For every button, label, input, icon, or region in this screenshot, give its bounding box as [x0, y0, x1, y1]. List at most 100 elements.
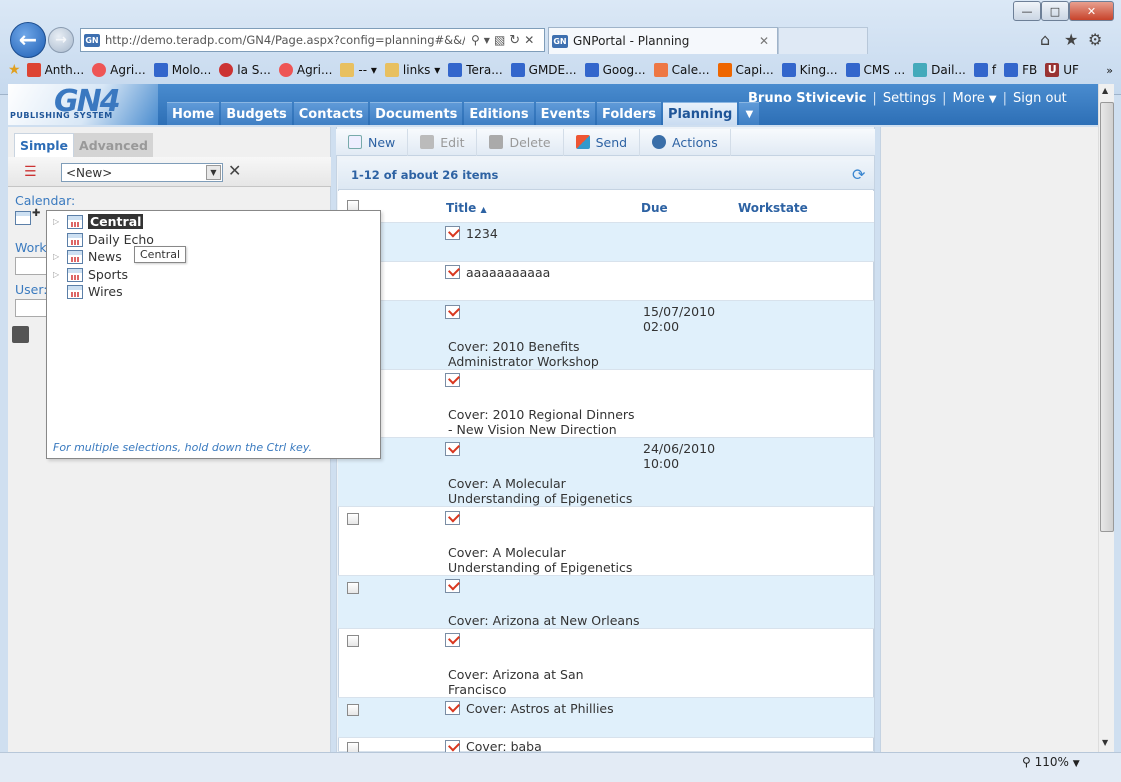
stop-icon[interactable]: ✕	[524, 33, 534, 47]
tree-item-sports[interactable]: ▷ Sports	[53, 267, 128, 282]
compat-icon[interactable]: ▧	[494, 33, 505, 47]
refresh-icon[interactable]: ⟳	[852, 165, 865, 184]
calendar-icon	[67, 214, 83, 229]
tab-folders[interactable]: Folders	[597, 102, 662, 125]
scroll-down-icon[interactable]: ▼	[1102, 738, 1108, 747]
address-bar[interactable]: GN http://demo.teradp.com/GN4/Page.aspx?…	[80, 28, 545, 52]
expand-arrow-icon[interactable]: ▷	[53, 252, 67, 261]
tab-home[interactable]: Home	[167, 102, 220, 125]
tree-item-label: Daily Echo	[88, 232, 154, 247]
favorite-folder[interactable]: links ▾	[384, 63, 440, 77]
tab-events[interactable]: Events	[535, 102, 596, 125]
scroll-up-icon[interactable]: ▲	[1102, 86, 1108, 95]
favorite-link[interactable]: King...	[781, 63, 838, 77]
zoom-control[interactable]: ⚲ 110% ▼	[1022, 755, 1080, 769]
delete-button[interactable]: Delete	[477, 128, 564, 156]
row-checkbox[interactable]	[347, 704, 359, 716]
vertical-scrollbar[interactable]: ▲ ▼	[1098, 84, 1114, 752]
expand-arrow-icon[interactable]: ▷	[53, 270, 67, 279]
task-icon	[445, 633, 460, 647]
tree-item-wires[interactable]: Wires	[53, 284, 123, 299]
row-checkbox[interactable]	[347, 635, 359, 647]
favorite-folder[interactable]: -- ▾	[340, 63, 377, 77]
chevron-down-icon[interactable]: ▼	[206, 165, 221, 180]
table-row[interactable]	[338, 262, 874, 301]
table-row[interactable]	[338, 629, 874, 698]
search-icon[interactable]: ⚲	[471, 33, 480, 47]
expand-arrow-icon[interactable]: ▷	[53, 217, 67, 226]
tree-item-label: Sports	[88, 267, 129, 282]
close-tab-icon[interactable]: ✕	[759, 34, 769, 48]
favorite-link[interactable]: Agri...	[278, 63, 332, 77]
favorite-link[interactable]: Agri...	[92, 63, 146, 77]
folder-icon	[384, 63, 399, 77]
favorite-link[interactable]: Molo...	[153, 63, 212, 77]
favorite-label: Molo...	[171, 63, 212, 77]
tab-simple[interactable]: Simple	[14, 133, 75, 157]
clear-query-icon[interactable]: ☰	[24, 164, 37, 180]
workstate-field[interactable]	[15, 257, 50, 275]
new-tab-button[interactable]	[778, 27, 868, 54]
table-row[interactable]	[338, 223, 874, 262]
signout-link[interactable]: Sign out	[1013, 91, 1067, 106]
gear-icon[interactable]: ⚙	[1088, 30, 1102, 49]
minimize-button[interactable]: —	[1013, 1, 1041, 21]
favorite-link[interactable]: Goog...	[584, 63, 646, 77]
column-due[interactable]: Due	[641, 201, 668, 215]
actions-button[interactable]: Actions	[640, 128, 731, 156]
multi-select-hint: For multiple selections, hold down the C…	[53, 441, 312, 454]
calendar-icon[interactable]	[15, 211, 31, 225]
favorite-link[interactable]: f	[973, 63, 996, 77]
column-title[interactable]: Title ▲	[446, 201, 487, 215]
row-cover: Cover: A Molecular Understanding of Epig…	[448, 545, 633, 575]
tree-item-central[interactable]: ▷ Central	[53, 214, 144, 229]
browser-tab[interactable]: GN GNPortal - Planning ✕	[548, 27, 778, 54]
favorite-link[interactable]: Anth...	[26, 63, 84, 77]
query-select[interactable]: <New> ▼	[61, 163, 223, 182]
column-workstate[interactable]: Workstate	[738, 201, 808, 215]
add-favorite-icon[interactable]: ★	[8, 62, 21, 78]
favorite-link[interactable]: Cale...	[653, 63, 710, 77]
new-button[interactable]: New	[336, 128, 409, 156]
favorite-link[interactable]: GMDE...	[510, 63, 577, 77]
favorite-icon	[153, 63, 168, 77]
tree-item-daily-echo[interactable]: Daily Echo	[53, 232, 154, 247]
favorite-link[interactable]: Tera...	[448, 63, 503, 77]
save-icon[interactable]	[12, 326, 29, 343]
favorite-icon	[781, 63, 796, 77]
row-checkbox[interactable]	[347, 513, 359, 525]
favorite-link[interactable]: CMS ...	[845, 63, 905, 77]
favorite-icon	[1004, 63, 1019, 77]
add-icon[interactable]: ✚	[32, 208, 40, 219]
dropdown-icon[interactable]: ▼	[484, 36, 490, 45]
favorite-link[interactable]: FB	[1004, 63, 1037, 77]
chevron-more-icon[interactable]: »	[1106, 64, 1113, 77]
home-icon[interactable]: ⌂	[1040, 30, 1050, 49]
tree-item-news[interactable]: ▷ News	[53, 249, 122, 264]
favorite-link[interactable]: U UF	[1045, 63, 1079, 77]
forward-button[interactable]: →	[48, 27, 74, 53]
scrollbar-thumb[interactable]	[1100, 102, 1114, 532]
send-button[interactable]: Send	[564, 128, 641, 156]
maximize-button[interactable]: □	[1041, 1, 1069, 21]
delete-query-icon[interactable]: ✕	[228, 161, 241, 180]
favorite-link[interactable]: la S...	[219, 63, 271, 77]
close-window-button[interactable]: ✕	[1069, 1, 1114, 21]
table-row[interactable]	[338, 738, 874, 752]
tab-advanced[interactable]: Advanced	[74, 133, 153, 157]
favorite-link[interactable]: Dail...	[913, 63, 966, 77]
row-checkbox[interactable]	[347, 582, 359, 594]
tab-planning[interactable]: Planning	[663, 102, 738, 125]
edit-button[interactable]: Edit	[408, 128, 478, 156]
settings-link[interactable]: Settings	[883, 91, 936, 106]
favorites-star-icon[interactable]: ★	[1064, 30, 1078, 49]
tab-editions[interactable]: Editions	[464, 102, 534, 125]
refresh-icon[interactable]: ↻	[509, 33, 520, 48]
tab-documents[interactable]: Documents	[370, 102, 463, 125]
favorite-link[interactable]: Capi...	[717, 63, 774, 77]
more-menu[interactable]: More ▼	[953, 91, 997, 106]
back-button[interactable]: ←	[10, 22, 46, 58]
tab-budgets[interactable]: Budgets	[221, 102, 292, 125]
user-field[interactable]	[15, 299, 50, 317]
tab-contacts[interactable]: Contacts	[293, 102, 369, 125]
